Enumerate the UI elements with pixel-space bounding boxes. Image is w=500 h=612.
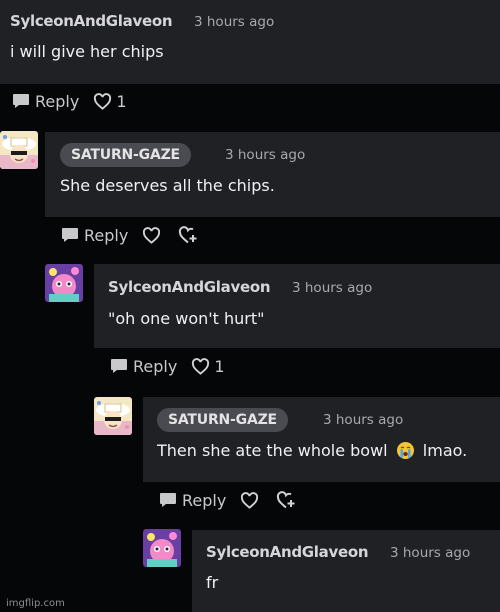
- avatar[interactable]: [143, 529, 181, 567]
- chat-bubble-icon: [160, 493, 176, 507]
- reply-button[interactable]: Reply: [110, 357, 177, 376]
- heart-icon: [143, 226, 161, 244]
- chat-bubble-icon: [62, 228, 78, 242]
- reply-button[interactable]: Reply: [61, 226, 128, 245]
- comment-timestamp: 3 hours ago: [194, 14, 275, 30]
- op-author-badge[interactable]: SATURN-GAZE: [157, 408, 288, 432]
- heart-icon: [241, 491, 259, 509]
- add-reaction-button[interactable]: [178, 226, 200, 244]
- add-reaction-button[interactable]: [276, 491, 298, 509]
- comment-actions: Reply 1: [12, 91, 127, 111]
- op-author-badge[interactable]: SATURN-GAZE: [60, 143, 191, 167]
- reply-button[interactable]: Reply: [12, 92, 79, 111]
- heart-icon: [94, 92, 112, 110]
- like-count: 1: [214, 356, 225, 376]
- avatar[interactable]: [45, 264, 83, 302]
- comment-text: i will give her chips: [10, 42, 164, 61]
- reply-label: Reply: [182, 490, 227, 510]
- heart-plus-icon: [277, 491, 295, 509]
- like-count: 1: [116, 91, 127, 111]
- comment-author[interactable]: SylceonAndGlaveon: [108, 278, 271, 296]
- comment-text: fr: [206, 573, 219, 592]
- comment-timestamp: 3 hours ago: [323, 412, 404, 428]
- comment-actions: Reply: [61, 225, 200, 245]
- comment-text: She deserves all the chips.: [60, 176, 275, 195]
- comment-text: "oh one won't hurt": [108, 309, 265, 328]
- comment-text-start: Then she ate the whole bowl: [157, 441, 388, 460]
- comment-actions: Reply 1: [110, 356, 225, 376]
- comment-text: Then she ate the whole bowl lmao.: [157, 441, 467, 460]
- heart-plus-icon: [179, 226, 197, 244]
- comment-author[interactable]: SylceonAndGlaveon: [10, 12, 173, 30]
- loudly-crying-face-icon: [396, 442, 414, 459]
- reply-label: Reply: [84, 225, 129, 245]
- reply-button[interactable]: Reply: [159, 491, 226, 510]
- avatar[interactable]: [0, 131, 38, 169]
- comment-author[interactable]: SylceonAndGlaveon: [206, 543, 369, 561]
- like-button[interactable]: 1: [191, 356, 225, 376]
- comment-text-end: lmao.: [422, 441, 468, 460]
- avatar[interactable]: [94, 397, 132, 435]
- reply-label: Reply: [133, 356, 178, 376]
- comment-timestamp: 3 hours ago: [390, 545, 471, 561]
- comment-actions: Reply: [159, 490, 298, 510]
- watermark: imgflip.com: [6, 598, 65, 609]
- reply-label: Reply: [35, 91, 80, 111]
- chat-bubble-icon: [13, 94, 29, 108]
- like-button[interactable]: [240, 491, 263, 509]
- comment-panel-3: [94, 264, 500, 348]
- chat-bubble-icon: [111, 359, 127, 373]
- heart-icon: [192, 357, 210, 375]
- like-button[interactable]: [142, 226, 165, 244]
- comment-timestamp: 3 hours ago: [292, 280, 373, 296]
- like-button[interactable]: 1: [93, 91, 127, 111]
- comment-timestamp: 3 hours ago: [225, 147, 306, 163]
